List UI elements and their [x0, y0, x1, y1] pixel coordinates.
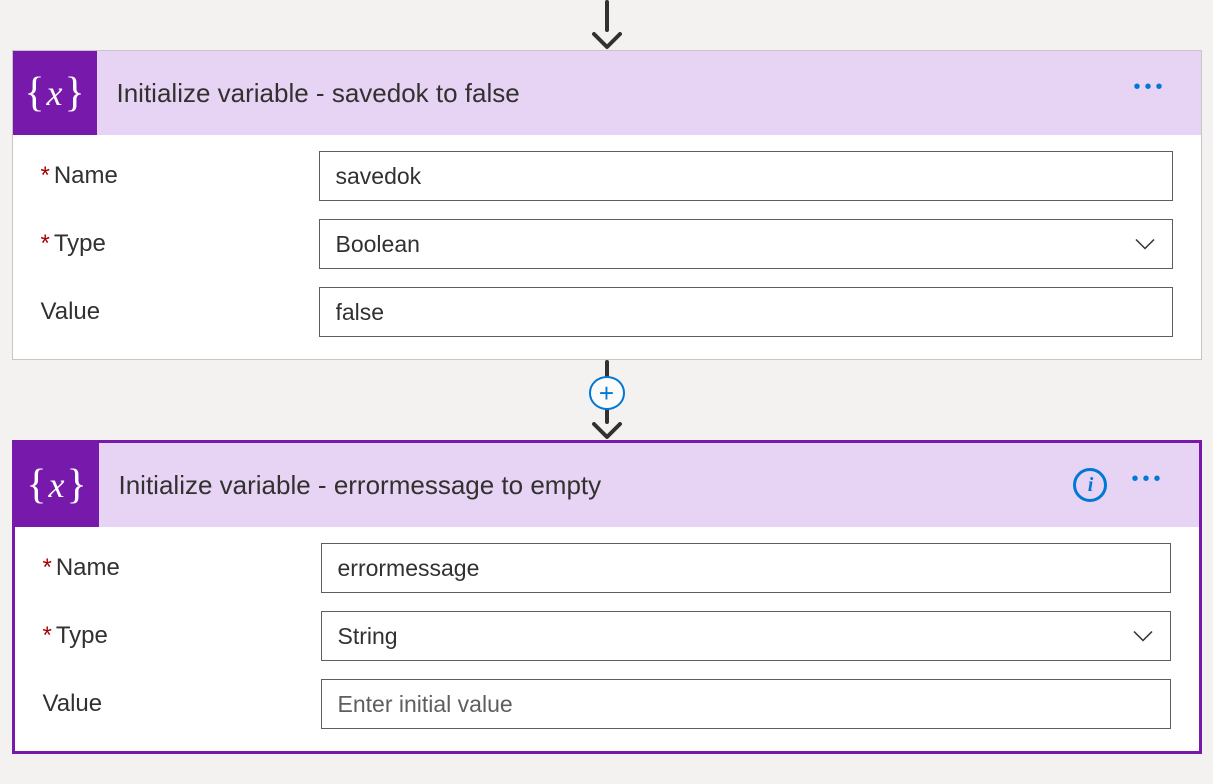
card-header-actions: ••• — [1127, 76, 1200, 111]
chevron-down-icon — [1132, 623, 1154, 650]
value-input[interactable] — [319, 287, 1173, 337]
card-title: Initialize variable - errormessage to em… — [99, 470, 1074, 501]
field-label: * Name — [43, 554, 321, 582]
variable-fx-icon: {x} — [13, 51, 97, 135]
flow-canvas: {x} Initialize variable - savedok to fal… — [0, 0, 1213, 754]
type-select[interactable]: Boolean — [319, 219, 1173, 269]
card-header[interactable]: {x} Initialize variable - errormessage t… — [15, 443, 1199, 527]
field-row-value: Value — [41, 287, 1173, 337]
field-row-type: * Type String — [43, 611, 1171, 661]
type-select[interactable]: String — [321, 611, 1171, 661]
card-title: Initialize variable - savedok to false — [97, 78, 1128, 109]
select-value: Boolean — [336, 231, 420, 258]
more-menu-icon[interactable]: ••• — [1125, 462, 1170, 497]
label-text: Name — [56, 554, 120, 582]
field-label: * Type — [41, 230, 319, 258]
flow-arrow — [590, 0, 624, 50]
card-body: * Name * Type Boolean Va — [13, 135, 1201, 359]
card-header-actions: i ••• — [1073, 468, 1198, 503]
name-input[interactable] — [321, 543, 1171, 593]
label-text: Type — [56, 622, 108, 650]
info-icon[interactable]: i — [1073, 468, 1107, 502]
label-text: Name — [54, 162, 118, 190]
field-label: * Type — [43, 622, 321, 650]
field-label: * Name — [41, 162, 319, 190]
field-row-name: * Name — [43, 543, 1171, 593]
add-step-button[interactable]: + — [589, 376, 625, 409]
label-text: Type — [54, 230, 106, 258]
label-text: Value — [41, 298, 101, 326]
plus-icon: + — [599, 380, 614, 406]
action-card-initialize-errormessage[interactable]: {x} Initialize variable - errormessage t… — [12, 440, 1202, 754]
name-input[interactable] — [319, 151, 1173, 201]
card-body: * Name * Type String Val — [15, 527, 1199, 751]
required-marker: * — [41, 230, 50, 258]
required-marker: * — [41, 162, 50, 190]
field-row-type: * Type Boolean — [41, 219, 1173, 269]
field-label: Value — [41, 298, 319, 326]
field-row-name: * Name — [41, 151, 1173, 201]
required-marker: * — [43, 554, 52, 582]
variable-fx-icon: {x} — [15, 443, 99, 527]
flow-connector: + — [589, 360, 625, 440]
action-card-initialize-savedok[interactable]: {x} Initialize variable - savedok to fal… — [12, 50, 1202, 360]
field-row-value: Value — [43, 679, 1171, 729]
field-label: Value — [43, 690, 321, 718]
select-value: String — [338, 623, 398, 650]
label-text: Value — [43, 690, 103, 718]
value-input[interactable] — [321, 679, 1171, 729]
required-marker: * — [43, 622, 52, 650]
card-header[interactable]: {x} Initialize variable - savedok to fal… — [13, 51, 1201, 135]
chevron-down-icon — [1134, 231, 1156, 258]
more-menu-icon[interactable]: ••• — [1127, 70, 1172, 105]
